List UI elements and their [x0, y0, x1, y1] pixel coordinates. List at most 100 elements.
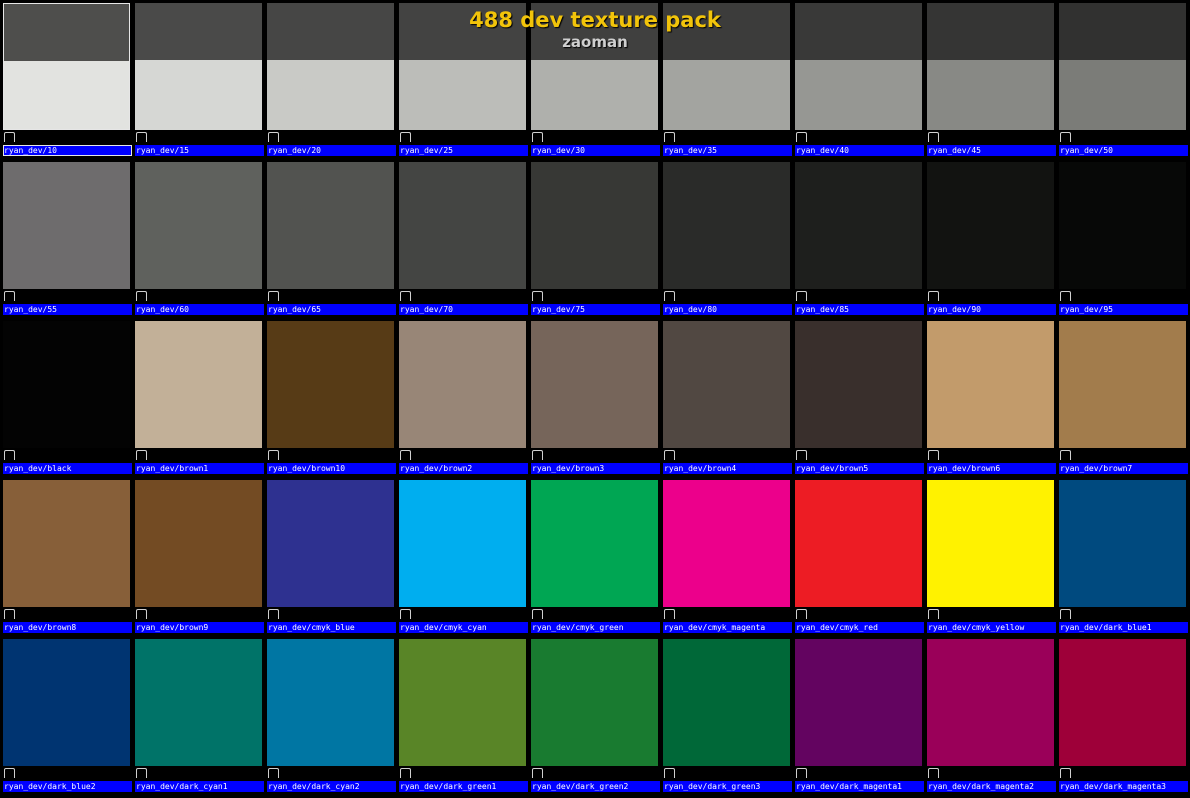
texture-item[interactable]: ryan_dev/65: [264, 159, 396, 318]
texture-thumbnail[interactable]: [1059, 3, 1186, 130]
texture-thumbnail[interactable]: [135, 162, 262, 289]
texture-grid: ryan_dev/10 ryan_dev/15 ryan_dev/20 ryan_de…: [0, 0, 1190, 798]
texture-item[interactable]: ryan_dev/brown1: [132, 318, 264, 477]
texture-thumbnail[interactable]: [135, 480, 262, 607]
texture-flag-icon: [1060, 609, 1071, 619]
texture-thumbnail[interactable]: [795, 639, 922, 766]
texture-item[interactable]: ryan_dev/brown2: [396, 318, 528, 477]
texture-name-label: ryan_dev/dark_magenta2: [927, 781, 1056, 792]
texture-item[interactable]: ryan_dev/dark_magenta3: [1056, 636, 1188, 795]
texture-item[interactable]: ryan_dev/cmyk_green: [528, 477, 660, 636]
texture-thumbnail[interactable]: [399, 321, 526, 448]
texture-item[interactable]: ryan_dev/dark_blue2: [0, 636, 132, 795]
texture-item[interactable]: ryan_dev/35: [660, 0, 792, 159]
texture-thumbnail[interactable]: [663, 480, 790, 607]
texture-item[interactable]: ryan_dev/dark_magenta1: [792, 636, 924, 795]
texture-item[interactable]: ryan_dev/30: [528, 0, 660, 159]
texture-item[interactable]: ryan_dev/dark_green2: [528, 636, 660, 795]
texture-item[interactable]: ryan_dev/brown4: [660, 318, 792, 477]
texture-item[interactable]: ryan_dev/25: [396, 0, 528, 159]
texture-flag-icon: [136, 450, 147, 460]
texture-thumbnail[interactable]: [795, 321, 922, 448]
texture-item[interactable]: ryan_dev/dark_cyan1: [132, 636, 264, 795]
texture-thumbnail[interactable]: [663, 639, 790, 766]
texture-thumbnail[interactable]: [531, 321, 658, 448]
texture-thumbnail[interactable]: [663, 3, 790, 130]
texture-thumbnail[interactable]: [3, 3, 130, 130]
texture-item[interactable]: ryan_dev/45: [924, 0, 1056, 159]
texture-item[interactable]: ryan_dev/brown5: [792, 318, 924, 477]
texture-thumbnail[interactable]: [531, 162, 658, 289]
texture-thumbnail[interactable]: [267, 162, 394, 289]
texture-flag-icon: [532, 609, 543, 619]
texture-item[interactable]: ryan_dev/75: [528, 159, 660, 318]
texture-item[interactable]: ryan_dev/black: [0, 318, 132, 477]
texture-item[interactable]: ryan_dev/brown6: [924, 318, 1056, 477]
texture-thumbnail[interactable]: [1059, 162, 1186, 289]
texture-item[interactable]: ryan_dev/60: [132, 159, 264, 318]
texture-thumbnail[interactable]: [267, 480, 394, 607]
texture-thumbnail[interactable]: [663, 321, 790, 448]
texture-thumbnail[interactable]: [927, 321, 1054, 448]
texture-item[interactable]: ryan_dev/95: [1056, 159, 1188, 318]
texture-thumbnail[interactable]: [3, 639, 130, 766]
texture-item[interactable]: ryan_dev/brown9: [132, 477, 264, 636]
texture-item[interactable]: ryan_dev/20: [264, 0, 396, 159]
texture-thumbnail[interactable]: [795, 3, 922, 130]
texture-thumbnail[interactable]: [1059, 639, 1186, 766]
texture-thumbnail[interactable]: [3, 321, 130, 448]
texture-item[interactable]: ryan_dev/brown10: [264, 318, 396, 477]
texture-thumbnail[interactable]: [399, 3, 526, 130]
texture-item[interactable]: ryan_dev/dark_green1: [396, 636, 528, 795]
texture-thumbnail[interactable]: [1059, 480, 1186, 607]
texture-item[interactable]: ryan_dev/90: [924, 159, 1056, 318]
texture-name-label: ryan_dev/brown5: [795, 463, 924, 474]
texture-thumbnail[interactable]: [135, 639, 262, 766]
texture-item[interactable]: ryan_dev/cmyk_yellow: [924, 477, 1056, 636]
texture-thumbnail[interactable]: [795, 162, 922, 289]
texture-thumbnail[interactable]: [135, 321, 262, 448]
texture-item[interactable]: ryan_dev/50: [1056, 0, 1188, 159]
texture-item[interactable]: ryan_dev/dark_green3: [660, 636, 792, 795]
texture-thumbnail[interactable]: [1059, 321, 1186, 448]
texture-item[interactable]: ryan_dev/cmyk_red: [792, 477, 924, 636]
texture-item[interactable]: ryan_dev/brown3: [528, 318, 660, 477]
texture-thumbnail[interactable]: [531, 480, 658, 607]
texture-item[interactable]: ryan_dev/10: [0, 0, 132, 159]
texture-thumbnail[interactable]: [663, 162, 790, 289]
texture-item[interactable]: ryan_dev/80: [660, 159, 792, 318]
texture-thumbnail[interactable]: [531, 3, 658, 130]
texture-thumbnail[interactable]: [135, 3, 262, 130]
texture-item[interactable]: ryan_dev/brown8: [0, 477, 132, 636]
texture-thumbnail[interactable]: [927, 480, 1054, 607]
texture-thumbnail[interactable]: [399, 639, 526, 766]
texture-thumbnail[interactable]: [3, 162, 130, 289]
texture-item[interactable]: ryan_dev/55: [0, 159, 132, 318]
texture-item[interactable]: ryan_dev/15: [132, 0, 264, 159]
texture-item[interactable]: ryan_dev/dark_blue1: [1056, 477, 1188, 636]
texture-thumbnail[interactable]: [927, 162, 1054, 289]
texture-thumbnail[interactable]: [399, 480, 526, 607]
texture-thumbnail[interactable]: [3, 480, 130, 607]
texture-thumbnail[interactable]: [795, 480, 922, 607]
texture-item[interactable]: ryan_dev/40: [792, 0, 924, 159]
texture-flag-icon: [136, 609, 147, 619]
texture-item[interactable]: ryan_dev/cmyk_magenta: [660, 477, 792, 636]
texture-thumbnail[interactable]: [267, 639, 394, 766]
texture-item[interactable]: ryan_dev/brown7: [1056, 318, 1188, 477]
texture-flag-icon: [1060, 450, 1071, 460]
texture-item[interactable]: ryan_dev/cmyk_cyan: [396, 477, 528, 636]
texture-thumbnail[interactable]: [927, 639, 1054, 766]
texture-item[interactable]: ryan_dev/85: [792, 159, 924, 318]
texture-thumbnail[interactable]: [399, 162, 526, 289]
texture-item[interactable]: ryan_dev/dark_cyan2: [264, 636, 396, 795]
texture-name-label: ryan_dev/dark_green1: [399, 781, 528, 792]
texture-item[interactable]: ryan_dev/dark_magenta2: [924, 636, 1056, 795]
texture-thumbnail[interactable]: [267, 3, 394, 130]
texture-thumbnail[interactable]: [927, 3, 1054, 130]
texture-item[interactable]: ryan_dev/70: [396, 159, 528, 318]
texture-item[interactable]: ryan_dev/cmyk_blue: [264, 477, 396, 636]
texture-thumbnail[interactable]: [531, 639, 658, 766]
texture-name-label: ryan_dev/15: [135, 145, 264, 156]
texture-thumbnail[interactable]: [267, 321, 394, 448]
